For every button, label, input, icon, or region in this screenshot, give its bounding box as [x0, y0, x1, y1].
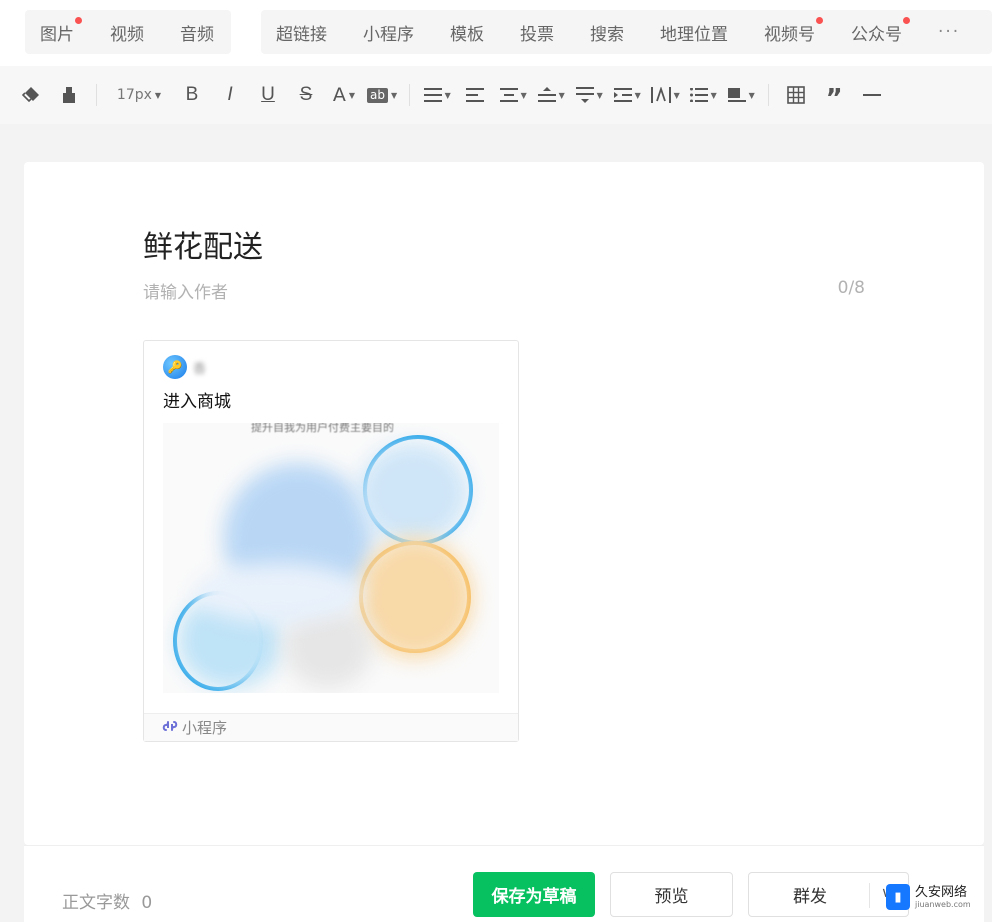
mini-program-description: 进入商城: [163, 392, 231, 412]
tab-mini-program[interactable]: 小程序: [363, 20, 414, 45]
bottom-action-bar: 正文字数 0 保存为草稿 预览 群发 ∨: [24, 845, 984, 922]
tab-channels[interactable]: 视频号: [764, 16, 823, 45]
caret-down-icon: ▼: [673, 90, 680, 100]
mini-program-cover-image: 提升自我为用户付费主要目的: [163, 423, 499, 693]
indent-adjust-icon[interactable]: ▼: [612, 80, 642, 110]
notification-dot: [903, 16, 910, 24]
notification-dot: [75, 16, 82, 24]
list-icon[interactable]: ▼: [688, 80, 718, 110]
watermark-text: 久安网络 jiuanweb.com: [915, 886, 971, 909]
tab-audio[interactable]: 音频: [180, 20, 214, 45]
underline-icon[interactable]: U: [253, 80, 283, 110]
tab-label: 公众号: [851, 24, 902, 45]
caret-down-icon: ▼: [348, 90, 356, 100]
word-count-value: 0: [141, 893, 153, 913]
tab-hyperlink[interactable]: 超链接: [276, 20, 327, 45]
font-size-value: 17px: [116, 87, 152, 103]
table-icon[interactable]: [781, 80, 811, 110]
cover-blob: [358, 443, 468, 543]
watermark-cn: 久安网络: [915, 884, 968, 900]
caret-down-icon: ▼: [596, 90, 603, 100]
tab-template[interactable]: 模板: [450, 20, 484, 45]
more-icon[interactable]: ···: [938, 22, 960, 42]
mass-send-label: 群发: [793, 887, 827, 907]
cover-blob: [193, 563, 363, 623]
tab-search[interactable]: 搜索: [590, 20, 624, 45]
divider-icon[interactable]: [857, 80, 887, 110]
toolbar-divider: [96, 84, 97, 106]
tab-video[interactable]: 视频: [110, 20, 144, 45]
toolbar-divider: [409, 84, 411, 106]
border-icon[interactable]: ▼: [726, 80, 756, 110]
mini-program-name: 香: [193, 361, 256, 377]
tab-label: 图片: [40, 24, 74, 45]
mini-program-logo-icon: 🔑: [163, 355, 187, 379]
save-draft-button[interactable]: 保存为草稿: [473, 872, 595, 917]
button-divider: [869, 883, 870, 908]
watermark-en: jiuanweb.com: [915, 899, 971, 909]
word-count-label: 正文字数: [62, 893, 130, 913]
font-size-select[interactable]: 17px ▼: [109, 80, 169, 110]
toolbar-divider: [768, 84, 770, 106]
caret-down-icon: ▼: [710, 90, 717, 100]
watermark-logo-icon: ▮: [886, 884, 910, 910]
insert-tab-group: 超链接 小程序 模板 投票 搜索 地理位置 视频号 公众号 ···: [261, 10, 992, 54]
caret-down-icon: ▼: [634, 90, 641, 100]
mass-send-button[interactable]: 群发 ∨: [748, 872, 909, 917]
strikethrough-icon[interactable]: S: [291, 80, 321, 110]
quote-icon[interactable]: ”: [819, 80, 849, 112]
cover-caption: 提升自我为用户付费主要目的: [251, 423, 394, 434]
preview-button[interactable]: 预览: [610, 872, 733, 917]
text-spacing-icon[interactable]: ▼: [574, 80, 604, 110]
tab-official-account[interactable]: 公众号: [851, 16, 910, 45]
caret-down-icon: ▼: [748, 90, 755, 100]
author-char-counter: 0/8: [837, 278, 865, 298]
tab-label: 超链接: [276, 24, 327, 45]
italic-icon[interactable]: I: [215, 80, 245, 110]
bold-icon[interactable]: B: [177, 80, 207, 110]
insert-menu-bar: 图片 视频 音频 超链接 小程序 模板 投票 搜索 地理位置 视频号 公众号 ·…: [0, 0, 992, 66]
author-input[interactable]: 请输入作者: [143, 278, 228, 303]
caret-down-icon: ▼: [154, 90, 162, 100]
tab-label: 搜索: [590, 24, 624, 45]
format-painter-icon[interactable]: [54, 80, 84, 110]
tab-label: 视频号: [764, 24, 815, 45]
cover-blob: [358, 538, 473, 658]
media-tab-group: 图片 视频 音频: [25, 10, 231, 54]
caret-down-icon: ▼: [390, 90, 398, 100]
editor-card: 鲜花配送 请输入作者 0/8 🔑 香 进入商城 提升自我为用户付费主要目的 小程: [24, 162, 984, 845]
caret-down-icon: ▼: [520, 90, 527, 100]
tab-label: 投票: [520, 24, 554, 45]
eraser-icon[interactable]: [16, 80, 46, 110]
tab-label: 模板: [450, 24, 484, 45]
notification-dot: [816, 16, 823, 24]
tab-image[interactable]: 图片: [40, 16, 82, 45]
line-spacing-icon[interactable]: ▼: [498, 80, 528, 110]
tab-label: 音频: [180, 24, 214, 45]
tab-label: 视频: [110, 24, 144, 45]
tab-label: 地理位置: [660, 24, 728, 45]
tab-vote[interactable]: 投票: [520, 20, 554, 45]
mini-program-footer: 小程序: [144, 713, 518, 741]
align-icon[interactable]: ▼: [422, 80, 452, 110]
tab-location[interactable]: 地理位置: [660, 20, 728, 45]
word-count: 正文字数 0: [62, 888, 152, 913]
mini-program-link-icon: [162, 718, 178, 738]
tab-label: 小程序: [363, 24, 414, 45]
mini-program-header: 🔑 香: [163, 355, 256, 379]
mini-program-card[interactable]: 🔑 香 进入商城 提升自我为用户付费主要目的 小程序: [143, 340, 519, 742]
font-color-icon[interactable]: A ▼: [329, 80, 359, 110]
caret-down-icon: ▼: [444, 90, 451, 100]
letter-spacing-icon[interactable]: ▼: [650, 80, 680, 110]
mini-program-footer-label: 小程序: [182, 719, 228, 737]
site-watermark: ▮ 久安网络 jiuanweb.com: [886, 882, 971, 912]
article-title-input[interactable]: 鲜花配送: [143, 222, 263, 266]
indent-icon[interactable]: [460, 80, 490, 110]
caret-down-icon: ▼: [558, 90, 565, 100]
format-toolbar: 17px ▼ B I U S A ▼ ab ▼ ▼ ▼ ▼ ▼ ▼ ▼ ▼ ▼ ”: [0, 66, 992, 124]
paragraph-spacing-icon[interactable]: ▼: [536, 80, 566, 110]
background-color-icon[interactable]: ab ▼: [367, 80, 397, 110]
